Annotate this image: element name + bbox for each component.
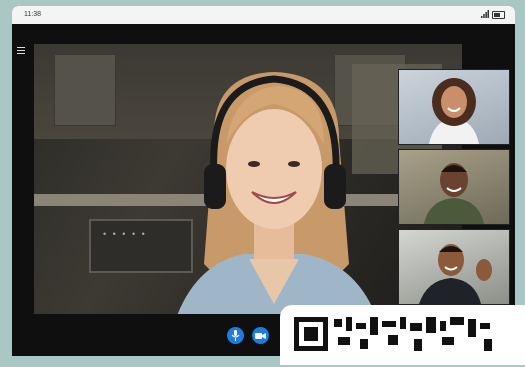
mic-button[interactable] xyxy=(227,327,244,344)
background-cabinet xyxy=(54,54,116,126)
qr-code-card xyxy=(280,305,525,365)
microphone-icon xyxy=(231,330,240,341)
tablet-device: 11:38 xyxy=(12,6,515,356)
main-participant-avatar xyxy=(177,72,376,314)
status-time: 11:38 xyxy=(24,11,41,18)
participant-tiles xyxy=(398,69,510,309)
participant-2-avatar xyxy=(424,163,484,224)
status-icons xyxy=(481,10,505,19)
participant-tile-3[interactable] xyxy=(398,229,510,305)
hamburger-menu-icon[interactable] xyxy=(17,47,25,54)
battery-icon xyxy=(492,11,505,19)
participant-3-avatar xyxy=(419,244,492,304)
camera-button[interactable] xyxy=(252,327,269,344)
status-bar: 11:38 xyxy=(12,6,515,24)
participant-tile-2[interactable] xyxy=(398,149,510,225)
call-controls xyxy=(227,327,269,344)
video-camera-icon xyxy=(255,332,266,339)
participant-tile-1[interactable] xyxy=(398,69,510,145)
qr-code-icon xyxy=(294,317,492,351)
signal-icon xyxy=(481,10,489,18)
participant-1-avatar xyxy=(429,78,479,144)
